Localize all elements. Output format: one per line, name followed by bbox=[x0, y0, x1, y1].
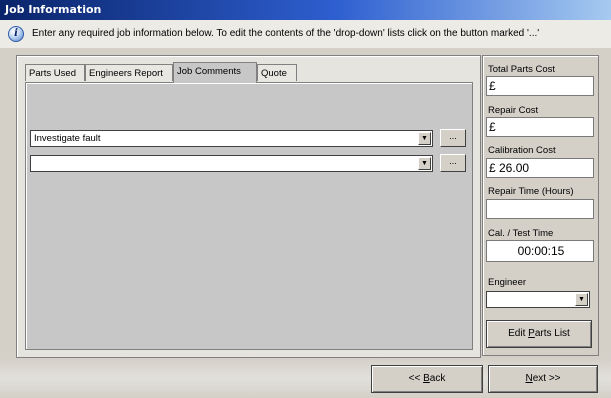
tab-engineers-report[interactable]: Engineers Report bbox=[85, 64, 173, 81]
back-button[interactable]: << Back bbox=[371, 365, 483, 393]
calibration-cost-label: Calibration Cost bbox=[488, 145, 556, 156]
edit-parts-list-pre: Edit bbox=[508, 328, 529, 339]
info-banner: i Enter any required job information bel… bbox=[0, 20, 611, 48]
cal-test-time-field[interactable]: 00:00:15 bbox=[486, 240, 594, 262]
back-button-key: B bbox=[423, 373, 430, 384]
cal-test-time-label: Cal. / Test Time bbox=[488, 228, 554, 239]
info-text: Enter any required job information below… bbox=[32, 28, 540, 39]
back-button-post: ack bbox=[429, 373, 446, 384]
tab-job-comments[interactable]: Job Comments bbox=[173, 62, 257, 83]
edit-parts-list-post: arts List bbox=[534, 328, 570, 339]
edit-parts-list-key: P bbox=[528, 328, 535, 339]
engineer-select[interactable]: ▼ bbox=[486, 291, 590, 308]
comment-value-1: Investigate fault bbox=[34, 133, 101, 144]
chevron-down-icon[interactable]: ▼ bbox=[575, 293, 588, 306]
back-button-pre: << bbox=[408, 373, 424, 384]
repair-time-label: Repair Time (Hours) bbox=[488, 186, 574, 197]
calibration-cost-field[interactable]: £ 26.00 bbox=[486, 158, 594, 178]
edit-list-button-1[interactable]: ... bbox=[440, 129, 466, 147]
next-button-post: ext >> bbox=[532, 373, 561, 384]
edit-list-button-2[interactable]: ... bbox=[440, 154, 466, 172]
comment-select-1[interactable]: Investigate fault ▼ bbox=[30, 130, 433, 147]
engineer-label: Engineer bbox=[488, 277, 527, 288]
tab-parts-used[interactable]: Parts Used bbox=[25, 64, 85, 81]
chevron-down-icon[interactable]: ▼ bbox=[418, 132, 431, 145]
tab-quote[interactable]: Quote bbox=[257, 64, 297, 81]
comment-select-2[interactable]: ▼ bbox=[30, 155, 433, 172]
repair-cost-field[interactable]: £ bbox=[486, 117, 594, 137]
title-bar: Job Information bbox=[0, 0, 611, 20]
total-parts-cost-field[interactable]: £ bbox=[486, 76, 594, 96]
repair-cost-label: Repair Cost bbox=[488, 105, 539, 116]
next-button[interactable]: Next >> bbox=[488, 365, 598, 393]
edit-parts-list-button[interactable]: Edit Parts List bbox=[486, 320, 592, 348]
job-comments-page bbox=[25, 82, 473, 350]
next-button-key: N bbox=[525, 373, 533, 384]
total-parts-cost-label: Total Parts Cost bbox=[488, 64, 556, 75]
chevron-down-icon[interactable]: ▼ bbox=[418, 157, 431, 170]
repair-time-field[interactable] bbox=[486, 199, 594, 219]
info-icon: i bbox=[8, 26, 24, 42]
window-title: Job Information bbox=[5, 3, 102, 16]
